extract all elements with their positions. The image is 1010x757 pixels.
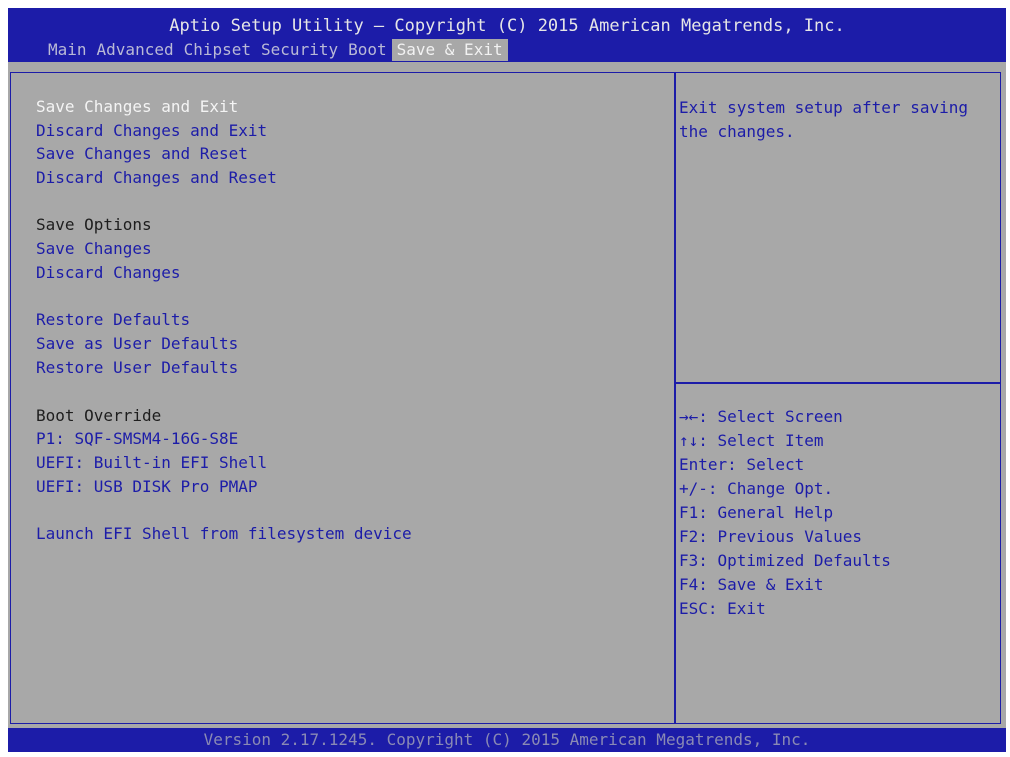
boot-override-heading: Boot Override [36, 406, 162, 425]
key-legend: →←: Select Screen ↑↓: Select Item Enter:… [679, 405, 891, 621]
tab-advanced[interactable]: Advanced [92, 39, 179, 61]
tab-security[interactable]: Security [256, 39, 343, 61]
version-text: Version 2.17.1245. Copyright (C) 2015 Am… [203, 730, 811, 749]
key-select-item: ↑↓: Select Item [679, 431, 824, 450]
launch-efi-shell-item[interactable]: Launch EFI Shell from filesystem device [36, 523, 412, 545]
main-panel: Save Changes and Exit Discard Changes an… [8, 62, 1006, 728]
boot-override-uefi-shell-item[interactable]: UEFI: Built-in EFI Shell [36, 452, 267, 474]
key-general-help: F1: General Help [679, 503, 834, 522]
save-as-user-defaults-item[interactable]: Save as User Defaults [36, 333, 238, 355]
discard-changes-and-exit-item[interactable]: Discard Changes and Exit [36, 120, 267, 142]
tab-bar: Main Advanced Chipset Security Boot Save… [43, 39, 508, 61]
key-optimized-defaults: F3: Optimized Defaults [679, 551, 891, 570]
save-changes-and-exit-item[interactable]: Save Changes and Exit [36, 96, 238, 118]
tab-chipset[interactable]: Chipset [179, 39, 256, 61]
footer-bar: Version 2.17.1245. Copyright (C) 2015 Am… [8, 728, 1006, 752]
key-previous-values: F2: Previous Values [679, 527, 863, 546]
tab-save-exit[interactable]: Save & Exit [391, 39, 508, 61]
restore-user-defaults-item[interactable]: Restore User Defaults [36, 357, 238, 379]
key-change-opt: +/-: Change Opt. [679, 479, 834, 498]
save-changes-and-reset-item[interactable]: Save Changes and Reset [36, 143, 248, 165]
boot-override-uefi-usb-item[interactable]: UEFI: USB DISK Pro PMAP [36, 476, 258, 498]
restore-defaults-item[interactable]: Restore Defaults [36, 309, 190, 331]
discard-changes-and-reset-item[interactable]: Discard Changes and Reset [36, 167, 277, 189]
tab-main[interactable]: Main [43, 39, 92, 61]
save-changes-item[interactable]: Save Changes [36, 238, 152, 260]
tab-boot[interactable]: Boot [343, 39, 392, 61]
header-bar: Aptio Setup Utility – Copyright (C) 2015… [8, 8, 1006, 62]
help-description: Exit system setup after saving the chang… [679, 98, 968, 141]
key-esc-exit: ESC: Exit [679, 599, 766, 618]
key-select-screen: →←: Select Screen [679, 407, 843, 426]
discard-changes-item[interactable]: Discard Changes [36, 262, 181, 284]
bios-screen: Aptio Setup Utility – Copyright (C) 2015… [8, 8, 1006, 752]
save-options-heading: Save Options [36, 215, 152, 234]
key-enter-select: Enter: Select [679, 455, 805, 474]
vertical-divider [674, 72, 676, 724]
key-save-exit: F4: Save & Exit [679, 575, 824, 594]
boot-override-p1-item[interactable]: P1: SQF-SMSM4-16G-S8E [36, 428, 238, 450]
help-divider [676, 382, 1001, 384]
utility-title: Aptio Setup Utility – Copyright (C) 2015… [169, 16, 845, 36]
